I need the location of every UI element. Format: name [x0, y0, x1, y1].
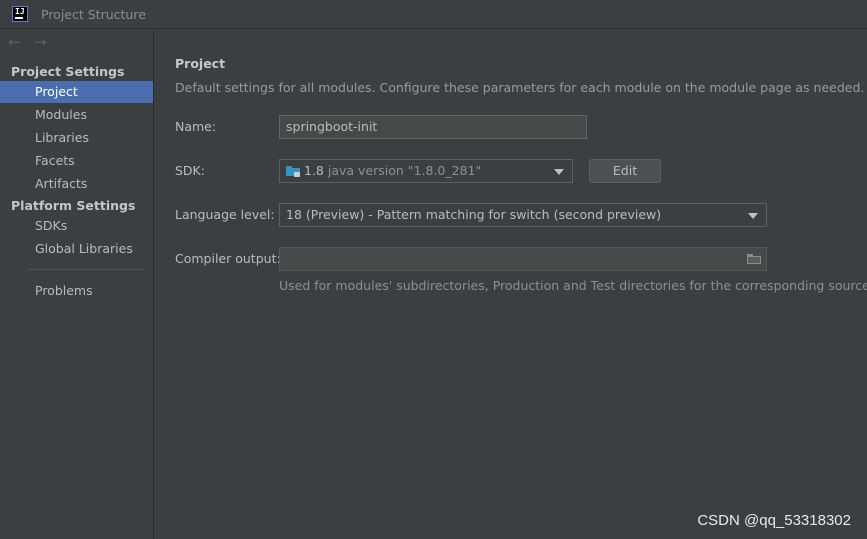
sdk-detail: java version "1.8.0_281": [327, 163, 482, 178]
language-level-dropdown[interactable]: 18 (Preview) - Pattern matching for swit…: [279, 203, 767, 227]
project-settings-panel: Project Default settings for all modules…: [155, 30, 867, 539]
sidebar-item-artifacts[interactable]: Artifacts: [0, 173, 153, 195]
compiler-output-hint: Used for modules' subdirectories, Produc…: [279, 278, 867, 293]
sdk-label: SDK:: [175, 163, 205, 178]
title-bar: IJ Project Structure: [0, 0, 867, 29]
sidebar-divider: [28, 269, 144, 270]
language-level-value: 18 (Preview) - Pattern matching for swit…: [286, 207, 662, 222]
logo-text: IJ: [15, 7, 25, 16]
sdk-version: 1.8: [304, 163, 324, 178]
project-settings-heading: Project Settings: [11, 64, 125, 79]
back-arrow-icon[interactable]: ←: [8, 33, 21, 51]
sdk-dropdown[interactable]: 1.8 java version "1.8.0_281": [279, 159, 573, 183]
language-level-label: Language level:: [175, 207, 275, 222]
sidebar-item-sdks[interactable]: SDKs: [0, 215, 153, 237]
edit-sdk-button[interactable]: Edit: [589, 159, 661, 183]
watermark: CSDN @qq_53318302: [697, 512, 851, 529]
chevron-down-icon: [748, 213, 758, 219]
compiler-output-label: Compiler output:: [175, 251, 281, 266]
intellij-logo-icon: IJ: [12, 6, 28, 22]
page-description: Default settings for all modules. Config…: [175, 80, 865, 95]
sidebar-item-global-libraries[interactable]: Global Libraries: [0, 238, 153, 260]
compiler-output-field[interactable]: [279, 247, 767, 271]
sidebar: ← → Project Settings Project Modules Lib…: [0, 30, 154, 539]
window-title: Project Structure: [41, 7, 146, 22]
name-label: Name:: [175, 119, 217, 134]
page-title: Project: [175, 56, 226, 71]
platform-settings-heading: Platform Settings: [11, 198, 136, 213]
sidebar-item-problems[interactable]: Problems: [0, 280, 153, 302]
sidebar-item-facets[interactable]: Facets: [0, 150, 153, 172]
browse-folder-icon[interactable]: [747, 254, 761, 264]
chevron-down-icon: [554, 169, 564, 175]
sidebar-item-libraries[interactable]: Libraries: [0, 127, 153, 149]
forward-arrow-icon[interactable]: →: [34, 33, 47, 51]
project-name-value: springboot-init: [286, 119, 378, 134]
sdk-folder-icon: [286, 165, 300, 177]
sidebar-item-project[interactable]: Project: [0, 81, 153, 103]
project-name-field[interactable]: springboot-init: [279, 115, 587, 139]
sidebar-item-modules[interactable]: Modules: [0, 104, 153, 126]
